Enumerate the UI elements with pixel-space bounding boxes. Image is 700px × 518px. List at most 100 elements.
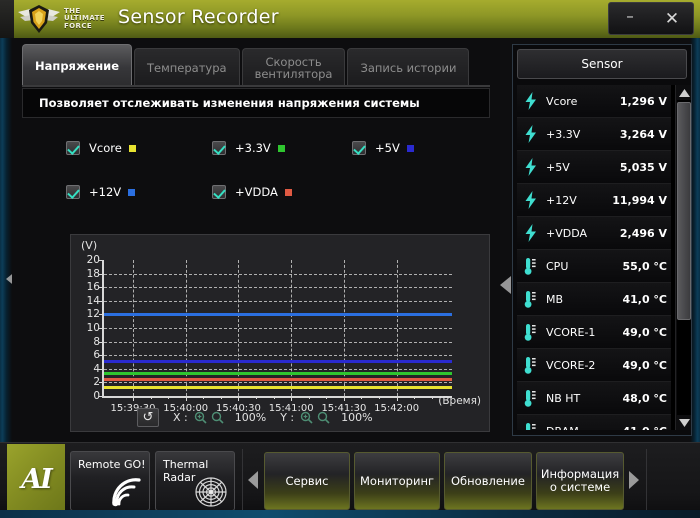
legend-item-3v3[interactable]: +3.3V [212, 141, 285, 155]
tab-history-record[interactable]: Запись истории [347, 48, 470, 86]
chart-x-tickmark [133, 396, 134, 401]
chart-gridline-h [104, 300, 452, 302]
sensor-row[interactable]: +12V 11,994 V [517, 184, 671, 217]
sensor-panel: Sensor Vcore 1,296 V +3.3V 3,264 V +5V 5,035 … [512, 44, 692, 436]
legend-item-vdda[interactable]: +VDDA [212, 185, 292, 199]
chart-series-5v [104, 360, 452, 364]
sensor-row[interactable]: VCORE-1 49,0 °C [517, 316, 671, 349]
sensor-panel-header: Sensor [517, 49, 687, 79]
sensor-value: 1,296 V [619, 94, 667, 108]
chart-y-tick-label: 12 [86, 308, 100, 321]
checkbox-vcore[interactable] [66, 141, 80, 155]
sensor-value: 41,0 °C [622, 292, 667, 306]
menu-button-update[interactable]: Обновление [444, 452, 532, 510]
reset-zoom-button[interactable]: ↺ [137, 408, 159, 427]
chart-gridline-h [104, 341, 452, 343]
chart-x-minor-tickmark [256, 396, 258, 399]
tab-strip-underline [22, 85, 490, 87]
legend-item-12v[interactable]: +12V [66, 185, 136, 199]
menu-button-monitoring[interactable]: Мониторинг [354, 452, 440, 510]
close-button[interactable]: ✕ [655, 4, 689, 33]
menu-button-service[interactable]: Сервис [264, 452, 350, 510]
left-edge-glow [0, 38, 12, 442]
legend-item-vcore[interactable]: Vcore [66, 141, 136, 155]
chart-y-tick-label: 4 [93, 362, 100, 375]
chart-gridline-v [396, 260, 398, 396]
zoom-x-label: X : [173, 411, 188, 424]
zoom-x-percent: 100% [234, 411, 267, 424]
sensor-name: VCORE-1 [546, 325, 596, 339]
chart-gridline-v [238, 260, 240, 396]
chart-series-vdda [104, 377, 452, 381]
checkbox-5v[interactable] [352, 141, 366, 155]
sensor-row[interactable]: DRAM41,0 °C [517, 415, 671, 430]
legend-label-3v3: +3.3V [235, 141, 271, 155]
scroll-menu-right-arrow-icon[interactable] [629, 471, 639, 489]
sensor-row[interactable]: VCORE-2 49,0 °C [517, 349, 671, 382]
zoom-in-y-icon[interactable] [300, 411, 313, 424]
sensor-value: 49,0 °C [622, 358, 667, 372]
sensor-list-scrollbar[interactable] [675, 85, 691, 430]
bolt-icon [523, 157, 539, 177]
tuf-brand-line3: FORCE [64, 21, 93, 30]
zoom-out-x-icon[interactable] [211, 411, 224, 424]
tab-temperature[interactable]: Температура [134, 48, 240, 86]
tab-fan-speed[interactable]: Скорость вентилятора [241, 48, 346, 86]
tab-strip: Напряжение Температура Скорость вентилят… [22, 44, 471, 86]
sensor-name: VCORE-2 [546, 358, 596, 372]
collapse-sensor-panel-arrow-icon[interactable] [500, 276, 511, 294]
thermometer-icon [523, 256, 539, 276]
sensor-name: +12V [546, 193, 577, 207]
chart-y-axis-label: (V) [81, 239, 98, 252]
chart-x-minor-tickmark [150, 396, 152, 399]
sensor-row[interactable]: CPU 55,0 °C [517, 250, 671, 283]
thermal-radar-button[interactable]: Thermal Radar [155, 451, 235, 511]
tuf-brand-text: THE ULTIMATE FORCE [64, 7, 110, 30]
chart-gridline-h [104, 273, 452, 275]
tab-voltage[interactable]: Напряжение [22, 44, 132, 86]
chart-x-tickmark [238, 396, 240, 401]
zoom-in-x-icon[interactable] [194, 411, 207, 424]
sensor-row[interactable]: +3.3V 3,264 V [517, 118, 671, 151]
chart-x-tickmark [396, 396, 398, 401]
chart-y-tick-label: 20 [86, 254, 100, 266]
legend-checkbox-area: Vcore +3.3V +5V +12V +VDDA [22, 123, 490, 235]
checkbox-12v[interactable] [66, 185, 80, 199]
sensor-row[interactable]: NB HT 48,0 °C [517, 382, 671, 415]
sensor-value: 11,994 V [612, 193, 667, 207]
sensor-name: MB [546, 292, 564, 306]
chart-y-tick-label: 8 [93, 335, 100, 348]
legend-swatch-vcore [128, 144, 136, 152]
remote-go-label: Remote GO! [78, 458, 146, 471]
sensor-row[interactable]: +5V 5,035 V [517, 151, 671, 184]
checkbox-vdda[interactable] [212, 185, 226, 199]
thermometer-icon [523, 355, 539, 375]
sensor-row[interactable]: +VDDA 2,496 V [517, 217, 671, 250]
chart-y-tick-label: 10 [86, 322, 100, 334]
chart-gridline-v [291, 260, 293, 396]
scroll-down-arrow-icon[interactable] [677, 416, 691, 429]
scrollbar-thumb[interactable] [677, 102, 691, 320]
chart-x-minor-tickmark [379, 396, 381, 399]
scrollbar-track[interactable] [677, 100, 691, 415]
sensor-list-viewport: Vcore 1,296 V +3.3V 3,264 V +5V 5,035 V +12V 11… [517, 85, 687, 430]
legend-item-5v[interactable]: +5V [352, 141, 414, 155]
checkbox-3v3[interactable] [212, 141, 226, 155]
sensor-name: +3.3V [546, 127, 581, 141]
remote-go-button[interactable]: Remote GO! [70, 451, 150, 511]
chart-gridline-h [104, 287, 452, 289]
legend-label-vcore: Vcore [89, 141, 122, 155]
chart-x-minor-tickmark [326, 396, 328, 399]
bolt-icon [523, 91, 539, 111]
menu-button-system-info[interactable]: Информация о системе [536, 452, 624, 510]
ai-suite-logo-button[interactable]: AI [7, 444, 65, 514]
scroll-up-arrow-icon[interactable] [677, 86, 691, 99]
scroll-menu-left-arrow-icon[interactable] [248, 471, 258, 489]
chart-plot-area[interactable]: 0 2 4 6 8 10 12 14 16 18 20 15:39:30 15:40:00 15:40:3… [87, 254, 452, 414]
zoom-out-y-icon[interactable] [317, 411, 330, 424]
legend-label-12v: +12V [89, 185, 122, 199]
minimize-button[interactable]: – [613, 4, 647, 33]
sensor-row[interactable]: MB 41,0 °C [517, 283, 671, 316]
sensor-row[interactable]: Vcore 1,296 V [517, 85, 671, 118]
chart-y-tick-label: 16 [86, 281, 100, 294]
